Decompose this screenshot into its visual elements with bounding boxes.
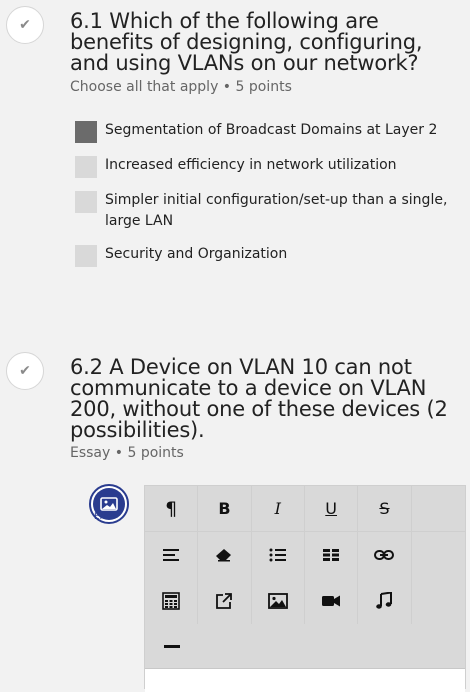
- italic-icon: I: [274, 499, 281, 518]
- option-label: Segmentation of Broadcast Domains at Lay…: [105, 122, 438, 138]
- q1-subtitle: Choose all that apply • 5 points: [70, 79, 292, 95]
- embed-button[interactable]: [198, 578, 252, 624]
- bullet-list-icon: [269, 548, 286, 562]
- checkbox[interactable]: [75, 191, 97, 213]
- insert-audio-button[interactable]: [358, 578, 412, 624]
- insert-video-button[interactable]: [305, 578, 359, 624]
- clear-formatting-button[interactable]: [198, 532, 252, 578]
- toolbar-row: [145, 624, 465, 670]
- q1-title: 6.1 Which of the following are benefits …: [70, 9, 423, 75]
- q2-title: 6.2 A Device on VLAN 10 can not communic…: [70, 355, 448, 442]
- underline-button[interactable]: U: [304, 486, 359, 532]
- option-label: Simpler initial configuration/set-up tha…: [105, 192, 448, 229]
- q1-option-4[interactable]: Security and Organization: [75, 245, 450, 267]
- link-button[interactable]: [358, 532, 412, 578]
- q1-status-check-icon: ✔: [6, 6, 44, 44]
- q1-option-1[interactable]: Segmentation of Broadcast Domains at Lay…: [75, 121, 450, 143]
- avatar-error-text: Error: [94, 512, 116, 522]
- video-camera-icon: [322, 595, 341, 607]
- image-icon: [267, 593, 288, 609]
- equation-button[interactable]: [145, 578, 199, 624]
- strikethrough-icon: S: [379, 499, 390, 518]
- link-icon: [374, 550, 395, 560]
- q1-option-3[interactable]: Simpler initial configuration/set-up tha…: [75, 191, 450, 232]
- table-button[interactable]: [305, 532, 359, 578]
- horizontal-rule-icon: [164, 645, 180, 648]
- underline-icon: U: [325, 499, 337, 518]
- toolbar-spacer: [411, 486, 465, 532]
- table-icon: [323, 549, 340, 561]
- external-link-icon: [216, 593, 233, 609]
- bullet-list-button[interactable]: [252, 532, 305, 578]
- calculator-icon: [162, 592, 180, 610]
- italic-button[interactable]: I: [251, 486, 305, 532]
- paragraph-icon: ¶: [165, 497, 178, 520]
- align-left-icon: [163, 549, 180, 561]
- option-label: Increased efficiency in network utilizat…: [105, 157, 397, 173]
- essay-editor[interactable]: ¶ B I U S: [144, 485, 466, 692]
- insert-image-button[interactable]: [252, 578, 305, 624]
- toolbar-row: [145, 532, 465, 578]
- checkbox[interactable]: [75, 156, 97, 178]
- paragraph-button[interactable]: ¶: [145, 486, 199, 532]
- strikethrough-button[interactable]: S: [358, 486, 412, 532]
- bold-icon: B: [218, 499, 231, 518]
- align-button[interactable]: [145, 532, 199, 578]
- option-label: Security and Organization: [105, 246, 288, 262]
- essay-text-area[interactable]: [145, 668, 465, 692]
- q1-option-2[interactable]: Increased efficiency in network utilizat…: [75, 156, 450, 178]
- toolbar-row: ¶ B I U S: [145, 486, 465, 532]
- q2-subtitle: Essay • 5 points: [70, 445, 184, 461]
- toolbar-row: [145, 578, 465, 624]
- bold-button[interactable]: B: [198, 486, 252, 532]
- q2-status-check-icon: ✔: [6, 352, 44, 390]
- checkbox-checked[interactable]: [75, 121, 97, 143]
- music-note-icon: [376, 592, 393, 609]
- eraser-icon: [216, 549, 232, 562]
- checkbox[interactable]: [75, 245, 97, 267]
- horizontal-rule-button[interactable]: [145, 624, 199, 670]
